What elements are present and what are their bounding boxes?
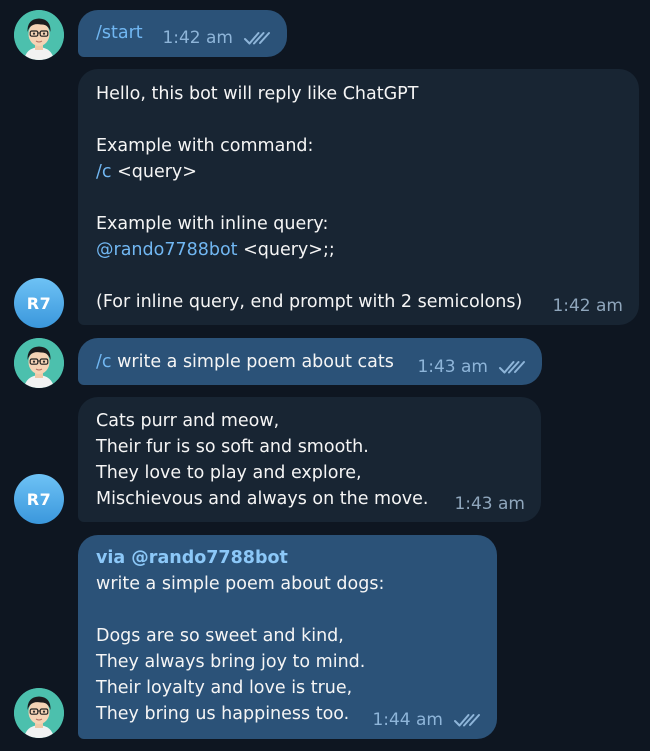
message-line: Their loyalty and love is true, <box>96 678 353 698</box>
message-line <box>96 597 479 623</box>
command-example-line: /c <query> <box>96 159 621 185</box>
command-example-rest: <query> <box>111 162 197 182</box>
message-line <box>96 263 621 289</box>
via-bot-link[interactable]: via @rando7788bot <box>96 545 479 571</box>
double-check-icon <box>498 359 526 375</box>
bot-mention-link[interactable]: @rando7788bot <box>96 240 238 260</box>
message-meta: 1:42 am <box>162 27 271 49</box>
double-check-icon <box>243 30 271 46</box>
message-meta: 1:43 am <box>454 493 525 515</box>
bot-avatar-initials: R7 <box>26 489 52 509</box>
message-line: They always bring joy to mind. <box>96 652 366 672</box>
message-bubble[interactable]: Hello, this bot will reply like ChatGPT … <box>78 69 639 325</box>
message-line: write a simple poem about dogs: <box>96 574 385 594</box>
message-line: Example with inline query: <box>96 214 329 234</box>
message-line: Dogs are so sweet and kind, <box>96 626 344 646</box>
message-outgoing-via-bot: via @rando7788bot write a simple poem ab… <box>0 530 650 745</box>
message-outgoing-start: /start 1:42 am <box>0 0 650 64</box>
command-c[interactable]: /c <box>96 352 112 372</box>
user-avatar[interactable] <box>14 338 64 388</box>
message-outgoing-cats: /c write a simple poem about cats 1:43 a… <box>0 334 650 390</box>
message-line: They love to play and explore, <box>96 463 362 483</box>
message-line: Hello, this bot will reply like ChatGPT <box>96 84 419 104</box>
bot-avatar[interactable]: R7 <box>14 474 64 524</box>
message-line: (For inline query, end prompt with 2 sem… <box>96 292 523 312</box>
message-time: 1:43 am <box>417 357 488 377</box>
message-text: write a simple poem about cats <box>111 352 394 372</box>
message-incoming-intro: R7 Hello, this bot will reply like ChatG… <box>0 68 650 328</box>
message-line: Example with command: <box>96 136 314 156</box>
double-check-icon <box>453 712 481 728</box>
message-line <box>96 185 621 211</box>
message-bubble[interactable]: /start 1:42 am <box>78 10 287 57</box>
message-line <box>96 107 621 133</box>
message-time: 1:44 am <box>372 710 443 730</box>
chat-history[interactable]: /start 1:42 am R7 Hello, this bot will r… <box>0 0 650 751</box>
user-avatar-icon <box>14 688 64 738</box>
message-time: 1:42 am <box>162 28 233 48</box>
message-meta: 1:42 am <box>552 295 623 317</box>
user-avatar-icon <box>14 338 64 388</box>
message-bubble[interactable]: via @rando7788bot write a simple poem ab… <box>78 535 497 739</box>
message-line: Cats purr and meow, <box>96 411 280 431</box>
message-bubble[interactable]: /c write a simple poem about cats 1:43 a… <box>78 338 542 385</box>
message-incoming-cats-poem: R7 Cats purr and meow, Their fur is so s… <box>0 394 650 526</box>
message-meta: 1:44 am <box>372 709 481 731</box>
user-avatar-icon <box>14 10 64 60</box>
message-time: 1:42 am <box>552 296 623 316</box>
message-line: Their fur is so soft and smooth. <box>96 437 369 457</box>
user-avatar[interactable] <box>14 10 64 60</box>
message-time: 1:43 am <box>454 494 525 514</box>
message-bubble[interactable]: Cats purr and meow, Their fur is so soft… <box>78 397 541 522</box>
user-avatar[interactable] <box>14 688 64 738</box>
message-meta: 1:43 am <box>417 356 526 378</box>
inline-example-line: @rando7788bot <query>;; <box>96 237 621 263</box>
bot-avatar[interactable]: R7 <box>14 278 64 328</box>
inline-example-rest: <query>;; <box>237 240 335 260</box>
bot-avatar-initials: R7 <box>26 293 52 313</box>
command-link[interactable]: /c <box>96 162 112 182</box>
